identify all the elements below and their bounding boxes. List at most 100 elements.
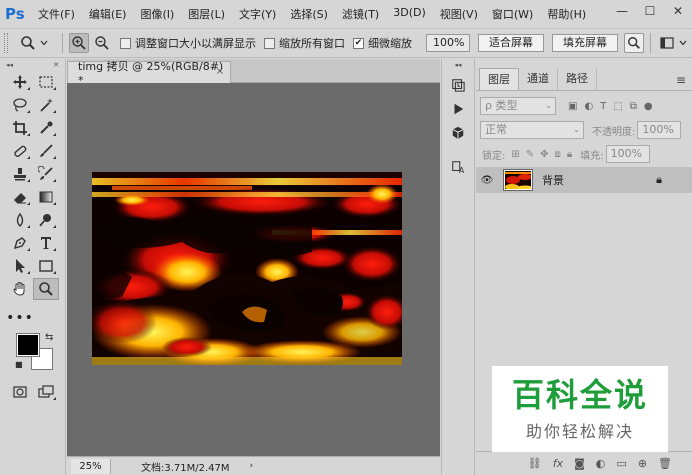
minimize-button[interactable]: — <box>608 0 636 22</box>
eye-icon[interactable]: 👁︎ <box>476 175 498 186</box>
fit-screen-button[interactable]: 适合屏幕 <box>478 34 544 52</box>
pen-tool[interactable] <box>7 232 33 254</box>
quick-mask-button[interactable] <box>7 381 33 403</box>
fill-screen-button[interactable]: 填充屏幕 <box>552 34 618 52</box>
collapse-icon[interactable]: ◂◂ <box>6 61 13 69</box>
opacity-field[interactable]: 100% <box>637 121 682 139</box>
smart-object-filter-icon[interactable]: ⧉ <box>630 101 637 112</box>
trash-icon[interactable]: 🗑︎ <box>658 457 672 470</box>
menu-item-2[interactable]: 图像(I) <box>133 6 181 22</box>
dodge-tool[interactable] <box>33 209 59 231</box>
default-colors-icon[interactable]: ■ <box>15 360 23 369</box>
document-tab[interactable]: timg 拷贝 @ 25%(RGB/8#) * × <box>67 60 231 87</box>
clone-stamp-tool[interactable] <box>7 163 33 185</box>
lock-all-icon[interactable]: 🔒︎ <box>567 149 572 160</box>
zoom-percent-field[interactable]: 100% <box>426 34 470 52</box>
crop-tool[interactable] <box>7 117 33 139</box>
canvas-area[interactable] <box>67 83 440 456</box>
panel-menu-icon[interactable]: ≡ <box>676 73 686 87</box>
zoom-all-windows-checkbox[interactable]: 缩放所有窗口 <box>264 35 345 51</box>
hand-tool[interactable] <box>7 278 33 300</box>
link-icon[interactable]: ⛓︎ <box>528 457 542 470</box>
mask-icon[interactable]: ◙ <box>574 457 585 470</box>
blend-mode-select[interactable]: 正常 ⌄ <box>480 121 584 139</box>
search-icon <box>628 37 640 49</box>
lasso-tool[interactable] <box>7 94 33 116</box>
tab-channels[interactable]: 通道 <box>519 68 558 90</box>
menu-item-4[interactable]: 文字(Y) <box>232 6 283 22</box>
history-panel-button[interactable] <box>447 75 469 95</box>
adjustment-icon[interactable]: ◐ <box>596 457 606 470</box>
move-tool[interactable] <box>7 71 33 93</box>
search-button[interactable] <box>624 33 644 53</box>
scrubby-zoom-checkbox[interactable]: ✔ 细微缩放 <box>353 35 412 51</box>
menu-item-9[interactable]: 窗口(W) <box>485 6 540 22</box>
menu-item-5[interactable]: 选择(S) <box>283 6 335 22</box>
healing-brush-tool[interactable] <box>7 140 33 162</box>
tab-paths[interactable]: 路径 <box>558 68 597 90</box>
lock-transparency-icon[interactable]: ⊞ <box>511 149 519 160</box>
brush-tool[interactable] <box>33 140 59 162</box>
fill-field[interactable]: 100% <box>605 145 650 163</box>
magic-wand-tool[interactable] <box>33 94 59 116</box>
move-icon <box>13 75 27 89</box>
fire-rock-artwork[interactable] <box>92 172 402 365</box>
fill-value: 100% <box>610 147 643 160</box>
menu-item-0[interactable]: 文件(F) <box>31 6 82 22</box>
marquee-tool[interactable] <box>33 71 59 93</box>
zoom-readout[interactable]: 25% <box>71 458 111 474</box>
resize-windows-checkbox[interactable]: 调整窗口大小以满屏显示 <box>120 35 256 51</box>
menu-item-1[interactable]: 编辑(E) <box>82 6 134 22</box>
screen-mode-button[interactable] <box>33 381 59 403</box>
3d-panel-button[interactable] <box>447 123 469 143</box>
maximize-button[interactable]: ☐ <box>636 0 664 22</box>
filter-toggle-icon[interactable]: ● <box>644 101 653 112</box>
actions-panel-button[interactable] <box>447 99 469 119</box>
zoom-tool[interactable] <box>33 278 59 300</box>
blur-tool[interactable] <box>7 209 33 231</box>
type-filter-icon[interactable]: T <box>600 101 606 112</box>
edit-toolbar-button[interactable]: ••• <box>6 307 33 329</box>
adjustment-filter-icon[interactable]: ◐ <box>584 101 593 112</box>
close-panel-icon[interactable]: ✕ <box>53 61 59 69</box>
swap-colors-icon[interactable]: ⇆ <box>45 332 53 343</box>
foreground-color-swatch[interactable] <box>16 333 40 357</box>
fx-icon[interactable]: fx <box>553 457 563 470</box>
tool-preset-picker[interactable] <box>20 32 56 54</box>
image-filter-icon[interactable]: ▣ <box>568 101 577 112</box>
tools-panel-header[interactable]: ◂◂ ✕ <box>0 59 65 71</box>
history-brush-tool[interactable] <box>33 163 59 185</box>
layer-row[interactable]: 👁︎ 背景 🔒︎ <box>476 167 692 193</box>
lock-position-icon[interactable]: ✥ <box>540 149 548 160</box>
lock-pixels-icon[interactable]: ✎ <box>526 149 534 160</box>
tab-layers[interactable]: 图层 <box>479 68 519 90</box>
checkbox-box <box>264 37 275 49</box>
menu-item-7[interactable]: 3D(D) <box>386 6 433 22</box>
new-layer-icon[interactable]: ⊕ <box>638 457 647 470</box>
eyedropper-tool[interactable] <box>33 117 59 139</box>
chevron-down-icon[interactable] <box>679 39 687 47</box>
shape-tool[interactable] <box>33 255 59 277</box>
menu-item-3[interactable]: 图层(L) <box>181 6 232 22</box>
group-icon[interactable]: ▭ <box>616 457 626 470</box>
path-selection-tool[interactable] <box>7 255 33 277</box>
paragraph-panel-button[interactable]: A <box>447 157 469 177</box>
expand-panels-icon[interactable]: ◂◂ <box>442 59 474 71</box>
workspace-switcher[interactable] <box>657 33 677 53</box>
menu-item-8[interactable]: 视图(V) <box>433 6 485 22</box>
shape-filter-icon[interactable]: ⬚ <box>613 101 622 112</box>
status-menu-arrow[interactable]: › <box>250 461 254 471</box>
options-bar-grip[interactable] <box>4 33 8 53</box>
gradient-tool[interactable] <box>33 186 59 208</box>
text-panel-icon: A <box>452 161 465 174</box>
close-button[interactable]: ✕ <box>664 0 692 22</box>
zoom-in-button[interactable] <box>69 33 89 53</box>
menu-item-10[interactable]: 帮助(H) <box>540 6 593 22</box>
lock-artboard-icon[interactable]: ⧈ <box>555 149 561 160</box>
type-tool[interactable] <box>33 232 59 254</box>
zoom-out-button[interactable] <box>92 33 112 53</box>
close-tab-icon[interactable]: × <box>216 66 224 77</box>
layer-filter-kind[interactable]: ρ 类型 ⌄ <box>480 97 556 115</box>
menu-item-6[interactable]: 滤镜(T) <box>335 6 386 22</box>
eraser-tool[interactable] <box>7 186 33 208</box>
